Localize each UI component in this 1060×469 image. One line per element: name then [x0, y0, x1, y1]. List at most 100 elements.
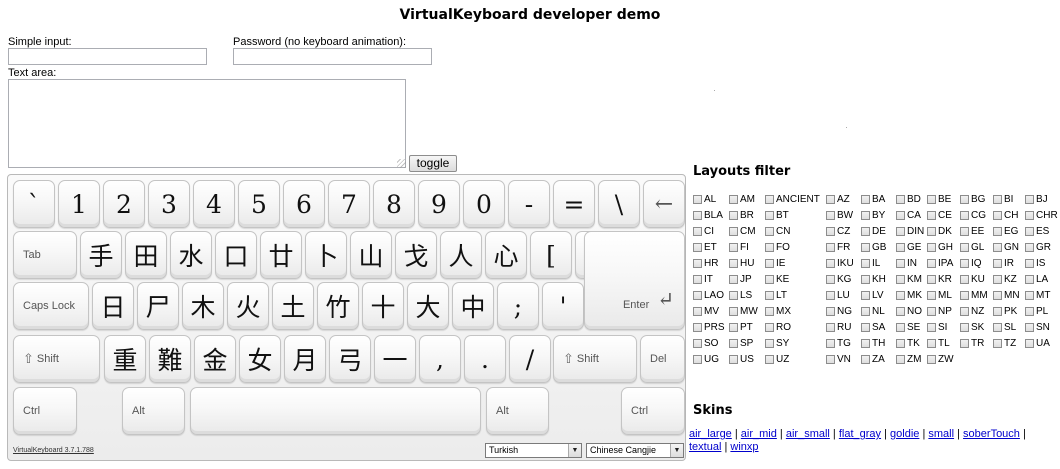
- layout-filter-checkbox[interactable]: [960, 195, 969, 204]
- layout-filter-item[interactable]: CZ: [826, 226, 850, 237]
- layout-filter-checkbox[interactable]: [1025, 275, 1034, 284]
- layout-filter-checkbox[interactable]: [765, 275, 774, 284]
- layout-filter-checkbox[interactable]: [826, 323, 835, 332]
- layout-filter-item[interactable]: IPA: [927, 258, 953, 269]
- key-char[interactable]: 2: [103, 180, 145, 228]
- layout-filter-checkbox[interactable]: [1025, 211, 1034, 220]
- layout-filter-checkbox[interactable]: [960, 291, 969, 300]
- layout-filter-checkbox[interactable]: [826, 243, 835, 252]
- key-char[interactable]: 月: [284, 335, 326, 383]
- layout-filter-checkbox[interactable]: [765, 195, 774, 204]
- layout-filter-item[interactable]: ET: [693, 242, 717, 253]
- layout-filter-checkbox[interactable]: [960, 243, 969, 252]
- tab-key[interactable]: Tab: [13, 231, 77, 279]
- layout-filter-item[interactable]: MM: [960, 290, 988, 301]
- layout-filter-item[interactable]: MT: [1025, 290, 1050, 301]
- layout-filter-item[interactable]: PT: [729, 322, 753, 333]
- layout-filter-item[interactable]: LS: [729, 290, 752, 301]
- layout-filter-item[interactable]: KE: [765, 274, 789, 285]
- layout-filter-item[interactable]: CG: [960, 210, 986, 221]
- key-char[interactable]: 卜: [305, 231, 347, 279]
- layout-filter-item[interactable]: AZ: [826, 194, 850, 205]
- layout-filter-item[interactable]: ZA: [861, 354, 885, 365]
- layout-filter-checkbox[interactable]: [896, 259, 905, 268]
- layout-filter-item[interactable]: FO: [765, 242, 790, 253]
- key-char[interactable]: 山: [350, 231, 392, 279]
- layout-filter-item[interactable]: ANCIENT: [765, 194, 820, 205]
- layout-filter-item[interactable]: IE: [765, 258, 785, 269]
- layout-filter-checkbox[interactable]: [1025, 195, 1034, 204]
- layout-filter-checkbox[interactable]: [993, 323, 1002, 332]
- layout-filter-item[interactable]: CHR: [1025, 210, 1058, 221]
- key-char[interactable]: 木: [182, 282, 224, 330]
- layout-filter-checkbox[interactable]: [729, 291, 738, 300]
- layout-filter-checkbox[interactable]: [826, 195, 835, 204]
- key-char[interactable]: 7: [328, 180, 370, 228]
- layout-filter-item[interactable]: RO: [765, 322, 791, 333]
- layout-filter-checkbox[interactable]: [993, 227, 1002, 236]
- key-char[interactable]: -: [508, 180, 550, 228]
- layout-filter-checkbox[interactable]: [861, 323, 870, 332]
- key-char[interactable]: .: [464, 335, 506, 383]
- layout-filter-item[interactable]: KH: [861, 274, 886, 285]
- layout-filter-item[interactable]: MK: [896, 290, 922, 301]
- layout-filter-checkbox[interactable]: [729, 243, 738, 252]
- layout-filter-item[interactable]: BY: [861, 210, 885, 221]
- right-alt-key[interactable]: Alt: [486, 387, 549, 435]
- layout-filter-checkbox[interactable]: [765, 355, 774, 364]
- layout-filter-item[interactable]: CE: [927, 210, 952, 221]
- text-area[interactable]: [8, 79, 406, 168]
- layout-filter-checkbox[interactable]: [927, 275, 936, 284]
- key-char[interactable]: 重: [104, 335, 146, 383]
- layout-filter-checkbox[interactable]: [993, 243, 1002, 252]
- layout-filter-item[interactable]: TK: [896, 338, 920, 349]
- key-char[interactable]: 人: [440, 231, 482, 279]
- resize-grip-icon[interactable]: [397, 159, 406, 168]
- layout-filter-item[interactable]: SP: [729, 338, 753, 349]
- layout-filter-checkbox[interactable]: [927, 291, 936, 300]
- password-input[interactable]: [233, 48, 432, 65]
- layout-filter-item[interactable]: GN: [993, 242, 1019, 253]
- layout-filter-checkbox[interactable]: [927, 323, 936, 332]
- layout-filter-checkbox[interactable]: [693, 291, 702, 300]
- left-ctrl-key[interactable]: Ctrl: [13, 387, 77, 435]
- layout-filter-checkbox[interactable]: [993, 275, 1002, 284]
- skin-link[interactable]: air_small: [786, 428, 830, 440]
- layout-filter-item[interactable]: BR: [729, 210, 754, 221]
- key-char[interactable]: 6: [283, 180, 325, 228]
- key-char[interactable]: 戈: [395, 231, 437, 279]
- layout-filter-checkbox[interactable]: [927, 243, 936, 252]
- layout-filter-item[interactable]: EE: [960, 226, 984, 237]
- caps-lock-key[interactable]: Caps Lock: [13, 282, 89, 330]
- layout-filter-item[interactable]: SK: [960, 322, 984, 333]
- layout-filter-item[interactable]: TZ: [993, 338, 1016, 349]
- skin-link[interactable]: air_mid: [741, 428, 777, 440]
- layout-filter-checkbox[interactable]: [826, 307, 835, 316]
- layout-filter-checkbox[interactable]: [861, 339, 870, 348]
- layout-filter-checkbox[interactable]: [896, 355, 905, 364]
- layout-filter-checkbox[interactable]: [861, 291, 870, 300]
- key-char[interactable]: \: [598, 180, 640, 228]
- layout-filter-checkbox[interactable]: [960, 307, 969, 316]
- layout-filter-item[interactable]: LA: [1025, 274, 1048, 285]
- layout-filter-checkbox[interactable]: [861, 227, 870, 236]
- layout-filter-item[interactable]: IT: [693, 274, 713, 285]
- layout-filter-item[interactable]: SA: [861, 322, 885, 333]
- layout-filter-checkbox[interactable]: [993, 259, 1002, 268]
- layout-filter-checkbox[interactable]: [993, 211, 1002, 220]
- layout-filter-checkbox[interactable]: [729, 307, 738, 316]
- layout-filter-checkbox[interactable]: [765, 339, 774, 348]
- layout-filter-item[interactable]: GB: [861, 242, 886, 253]
- layout-filter-item[interactable]: DK: [927, 226, 952, 237]
- layout-filter-item[interactable]: KM: [896, 274, 922, 285]
- layout-filter-checkbox[interactable]: [861, 275, 870, 284]
- toggle-button[interactable]: toggle: [409, 155, 457, 172]
- key-char[interactable]: 難: [149, 335, 191, 383]
- layout-filter-item[interactable]: SL: [993, 322, 1016, 333]
- layout-filter-checkbox[interactable]: [826, 355, 835, 364]
- layout-filter-checkbox[interactable]: [693, 339, 702, 348]
- key-char[interactable]: 4: [193, 180, 235, 228]
- layout-filter-item[interactable]: RU: [826, 322, 851, 333]
- layout-filter-item[interactable]: IS: [1025, 258, 1045, 269]
- key-char[interactable]: 十: [362, 282, 404, 330]
